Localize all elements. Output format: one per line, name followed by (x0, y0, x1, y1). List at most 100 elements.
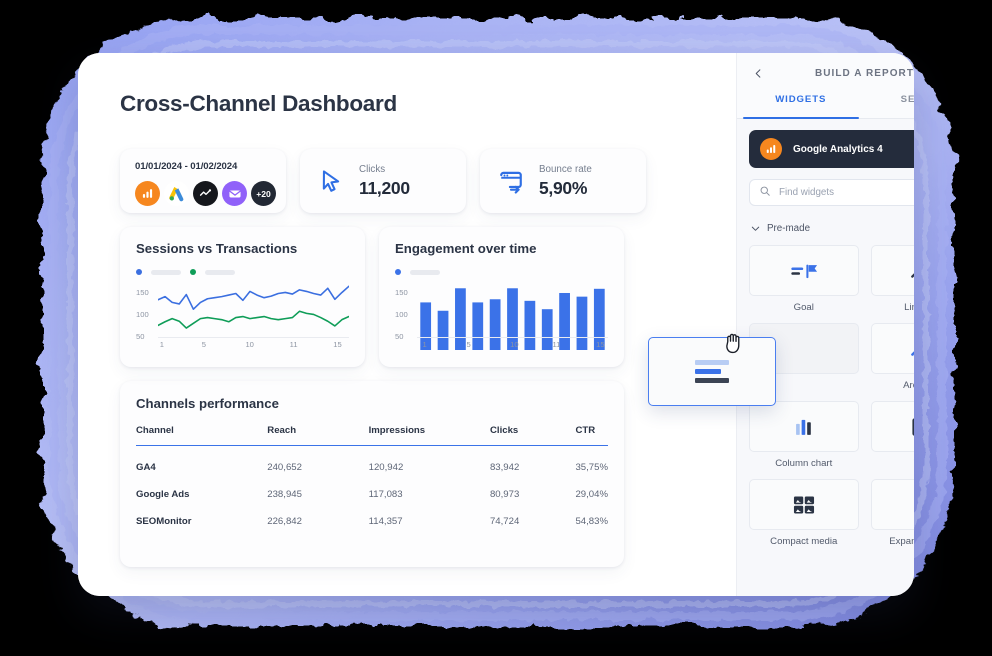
legend-dot-sessions (136, 269, 142, 275)
panel-tabs: WIDGETS SETTINGS (737, 93, 914, 119)
cell-ctr: 29,04% (575, 489, 608, 500)
legend-placeholder (205, 269, 235, 275)
cell-clicks: 83,942 (489, 462, 520, 473)
table-title: Channels performance (136, 396, 279, 411)
integration-logos: +20 (135, 181, 286, 206)
y-tick: 50 (395, 332, 404, 341)
x-tick: 11 (552, 340, 561, 349)
cursor-icon (316, 166, 346, 196)
email-purple-logo[interactable] (222, 181, 247, 206)
cell-impressions: 114,357 (368, 516, 403, 527)
data-source-name: Google Analytics 4 (793, 143, 883, 155)
data-source-card[interactable]: Google Analytics 4 (749, 130, 914, 168)
line-chart-icon (870, 245, 914, 296)
widget-goal[interactable]: Goal (749, 245, 859, 313)
column-header: Reach (267, 425, 369, 446)
table-row[interactable]: SEOMonitor 226,842 114,357 74,724 54,83% (136, 500, 608, 527)
channels-table: Channel Reach Impressions Clicks CTR GA4… (136, 425, 608, 527)
search-widgets-input[interactable]: Find widgets (749, 179, 914, 206)
tab-widgets[interactable]: WIDGETS (737, 93, 865, 119)
x-axis-line (158, 337, 349, 338)
dragged-widget-card[interactable] (648, 337, 776, 406)
analytics-dark-logo[interactable] (193, 181, 218, 206)
x-tick: 1 (422, 340, 427, 349)
app-window: Cross-Channel Dashboard 01/01/2024 - 01/… (78, 53, 914, 596)
google-analytics-logo[interactable] (135, 181, 160, 206)
x-axis-line (417, 337, 608, 338)
page-title: Cross-Channel Dashboard (120, 91, 397, 116)
cell-impressions: 117,083 (368, 489, 403, 500)
column-header: Impressions (368, 425, 490, 446)
expanded-media-icon (870, 479, 914, 530)
section-label: Pre-made (767, 222, 811, 234)
widget-compact-media[interactable]: Compact media (749, 479, 859, 547)
legend-dot-engagement (395, 269, 401, 275)
table-icon (870, 401, 914, 452)
column-header: Clicks (489, 425, 576, 446)
widget-label: Goal (793, 302, 814, 313)
kpi-card-clicks[interactable]: Clicks 11,200 (300, 149, 466, 213)
widget-column-chart[interactable]: Column chart (749, 401, 859, 469)
x-tick: 10 (510, 340, 519, 349)
kpi-row: 01/01/2024 - 01/02/2024 +20 Clicks 11,20… (120, 149, 670, 213)
chevron-down-icon[interactable] (749, 223, 762, 234)
line-chart-card[interactable]: Sessions vs Transactions 150 100 50 1 5 … (120, 227, 365, 367)
cell-reach: 238,945 (267, 489, 302, 500)
widget-expanded-media[interactable]: Expanded media (870, 479, 914, 547)
panel-header: BUILD A REPORT (737, 53, 914, 93)
line-chart-plot: 150 100 50 1 5 10 11 15 (136, 282, 351, 350)
bounce-window-icon (496, 166, 526, 196)
column-chart-icon (749, 401, 859, 452)
tab-label: WIDGETS (775, 94, 827, 105)
cell-channel: GA4 (136, 462, 156, 473)
x-tick: 15 (333, 340, 342, 349)
widget-label: Table (871, 458, 915, 469)
chart-title: Sessions vs Transactions (136, 241, 298, 256)
widget-label: Area chart (903, 380, 914, 391)
x-tick: 15 (596, 340, 605, 349)
y-tick: 150 (136, 288, 149, 297)
cell-reach: 240,652 (267, 462, 302, 473)
cell-impressions: 120,942 (368, 462, 404, 473)
widget-table[interactable]: Table (870, 401, 915, 469)
chart-legend (136, 269, 351, 275)
x-tick-labels: 1 5 10 11 15 (417, 340, 608, 351)
bar-list-widget-icon (695, 360, 729, 383)
x-tick: 5 (201, 340, 206, 349)
widget-label: Expanded media (889, 536, 914, 547)
widget-label: Line chart (904, 302, 914, 313)
cell-reach: 226,842 (267, 516, 302, 527)
legend-placeholder (410, 269, 440, 275)
panel-body: Google Analytics 4 Find widgets Pre-made… (737, 119, 914, 547)
dashboard-area: Cross-Channel Dashboard 01/01/2024 - 01/… (78, 53, 670, 596)
widget-area-chart[interactable]: Area chart (870, 323, 914, 391)
column-header: Channel (136, 425, 268, 446)
legend-placeholder (151, 269, 181, 275)
y-tick: 150 (395, 288, 408, 297)
chevron-left-icon[interactable] (749, 64, 767, 82)
tab-settings[interactable]: SETTINGS (865, 93, 914, 118)
search-placeholder: Find widgets (779, 187, 834, 198)
kpi-value: 11,200 (359, 177, 410, 198)
kpi-card-bounce-rate[interactable]: Bounce rate 5,90% (480, 149, 646, 213)
bar-chart-card[interactable]: Engagement over time 150 100 50 1 5 10 1… (379, 227, 624, 367)
cell-clicks: 80,973 (489, 489, 520, 500)
bar-chart-plot: 150 100 50 1 5 10 11 15 (395, 282, 610, 350)
x-tick: 5 (466, 340, 471, 349)
chart-legend (395, 269, 610, 275)
x-tick: 1 (159, 340, 164, 349)
table-row[interactable]: Google Ads 238,945 117,083 80,973 29,04% (136, 473, 608, 500)
x-tick: 10 (245, 340, 254, 349)
google-ads-logo[interactable] (164, 181, 189, 206)
chart-title: Engagement over time (395, 241, 537, 256)
more-integrations-badge[interactable]: +20 (251, 181, 276, 206)
more-integrations-label: +20 (256, 188, 271, 199)
charts-row: Sessions vs Transactions 150 100 50 1 5 … (120, 227, 670, 367)
cell-channel: SEOMonitor (136, 516, 192, 527)
date-range-card[interactable]: 01/01/2024 - 01/02/2024 +20 (120, 149, 286, 213)
channels-performance-card: Channels performance Channel Reach Impre… (120, 381, 624, 567)
premade-section-header[interactable]: Pre-made (749, 220, 914, 236)
table-row[interactable]: GA4 240,652 120,942 83,942 35,75% (136, 446, 608, 473)
widget-line-chart[interactable]: Line chart (870, 245, 914, 313)
grab-hand-cursor (723, 330, 745, 361)
